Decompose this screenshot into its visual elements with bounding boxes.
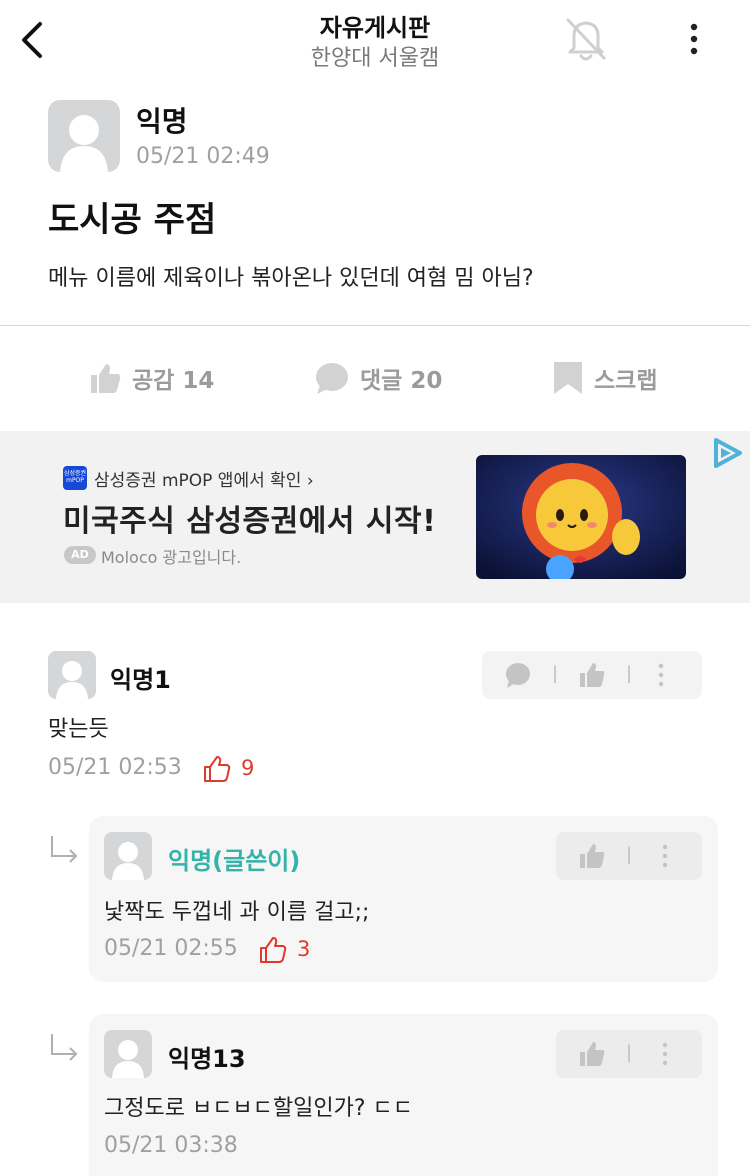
reply-controls: | — [556, 1030, 702, 1078]
ad-choices-icon[interactable] — [712, 436, 744, 470]
comment-button[interactable]: 댓글 20 — [314, 356, 442, 400]
person-icon — [112, 1040, 144, 1078]
person-icon — [60, 115, 108, 172]
separator: | — [552, 663, 559, 684]
reply-controls: | — [556, 832, 702, 880]
more-vertical-icon — [658, 663, 664, 687]
avatar — [104, 1030, 152, 1078]
comment-controls: | | — [482, 651, 702, 699]
like-comment-button[interactable] — [578, 661, 606, 693]
post-time: 05/21 02:49 — [136, 144, 270, 169]
ad-headline[interactable]: 미국주식 삼성증권에서 시작! — [63, 496, 436, 540]
ad-image[interactable] — [476, 455, 686, 579]
avatar — [48, 651, 96, 699]
notification-toggle[interactable] — [560, 14, 612, 64]
separator: | — [626, 844, 633, 865]
ad-note: Moloco 광고입니다. — [101, 548, 242, 567]
person-icon — [56, 661, 88, 699]
speech-bubble-icon — [506, 663, 530, 688]
board-title: 자유게시판 — [319, 14, 431, 42]
comment-count: 댓글 20 — [360, 368, 443, 394]
scrap-button[interactable]: 스크랩 — [552, 356, 657, 400]
board-subtitle: 한양대 서울캠 — [310, 46, 440, 71]
reply-author: 익명(글쓴이) — [168, 847, 301, 875]
avatar — [48, 100, 120, 172]
comment-author: 익명1 — [110, 666, 171, 694]
comment-more-button[interactable] — [660, 842, 670, 874]
thumbs-up-icon — [580, 844, 605, 868]
more-vertical-icon — [662, 844, 668, 868]
reply-time: 05/21 02:55 — [104, 936, 238, 961]
more-vertical-icon — [662, 1042, 668, 1066]
reply-body: 낯짝도 두껍네 과 이름 걸고;; — [104, 900, 370, 925]
like-button[interactable]: 공감 14 — [88, 356, 214, 400]
comment-time: 05/21 02:53 — [48, 755, 182, 780]
separator: | — [626, 663, 633, 684]
thumbs-up-icon — [580, 663, 605, 687]
thumbs-up-icon — [580, 1042, 605, 1066]
reply-arrow-icon — [48, 1032, 80, 1066]
avatar — [104, 832, 152, 880]
person-icon — [112, 842, 144, 880]
reply-author: 익명13 — [168, 1045, 246, 1073]
speech-bubble-icon — [316, 363, 348, 394]
bell-off-icon — [566, 18, 606, 61]
comment-like-count: 9 — [241, 756, 255, 780]
reply-body: 그정도로 ㅂㄷㅂㄷ할일인가? ㄷㄷ — [104, 1096, 414, 1121]
more-menu-button[interactable] — [684, 20, 704, 60]
more-vertical-icon — [690, 23, 698, 55]
ad-badge: AD — [64, 546, 96, 564]
ad-source-link[interactable]: 삼성증권 mPOP 앱에서 확인 › — [94, 466, 314, 491]
scrap-label: 스크랩 — [594, 368, 658, 394]
reply-button[interactable] — [504, 661, 532, 693]
post-author: 익명 — [136, 105, 188, 138]
like-comment-button[interactable] — [578, 1040, 606, 1072]
thumbs-up-outline-icon — [202, 754, 232, 788]
lion-mascot-image — [476, 455, 686, 579]
comment-more-button[interactable] — [656, 661, 666, 693]
like-comment-button[interactable] — [578, 842, 606, 874]
ad-app-logo: 삼성증권 mPOP — [63, 466, 87, 490]
like-count: 공감 14 — [132, 368, 215, 394]
divider — [0, 325, 750, 326]
reply-like-count: 3 — [297, 937, 311, 961]
thumbs-up-icon — [91, 364, 121, 393]
post-title: 도시공 주점 — [48, 200, 217, 240]
bookmark-icon — [554, 362, 582, 394]
separator: | — [626, 1042, 633, 1063]
post-body: 메뉴 이름에 제육이나 볶아온나 있던데 여혐 밈 아님? — [48, 266, 534, 291]
comment-body: 맞는듯 — [48, 717, 109, 742]
reply-arrow-icon — [48, 834, 80, 868]
comment-more-button[interactable] — [660, 1040, 670, 1072]
thumbs-up-outline-icon — [258, 935, 288, 969]
reply-time: 05/21 03:38 — [104, 1133, 238, 1158]
